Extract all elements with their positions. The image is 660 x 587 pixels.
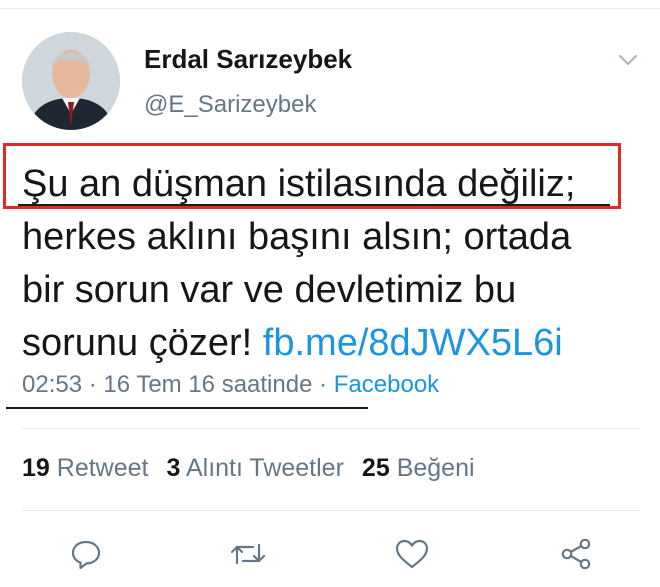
tweet-timestamp[interactable]: 02:53 · 16 Tem 16 saatinde ·: [22, 371, 334, 398]
tweet-metadata: 02:53 · 16 Tem 16 saatinde · Facebook: [22, 371, 439, 399]
avatar-image: [22, 32, 120, 130]
quote-count[interactable]: 3: [166, 454, 180, 482]
user-handle[interactable]: @E_Sarizeybek: [144, 91, 316, 119]
tweet-stats: 19 Retweet 3 Alıntı Tweetler 25 Beğeni: [22, 454, 475, 483]
display-name[interactable]: Erdal Sarızeybek: [144, 44, 352, 75]
quote-label[interactable]: Alıntı Tweetler: [186, 454, 344, 482]
tweet-line-text: sorunu çözer!: [22, 322, 263, 364]
top-divider: [0, 8, 660, 9]
tweet-text: Şu an düşman istilasında değiliz; herkes…: [22, 158, 632, 370]
tweet-line: bir sorun var ve devletimiz bu: [22, 269, 517, 311]
share-icon[interactable]: [556, 534, 596, 574]
heart-icon[interactable]: [392, 534, 432, 574]
retweet-count[interactable]: 19: [22, 454, 50, 482]
annotation-underline: [6, 407, 368, 409]
annotation-underline: [18, 204, 610, 206]
avatar[interactable]: [22, 32, 120, 130]
tweet-link[interactable]: fb.me/8dJWX5L6i: [263, 322, 563, 364]
tweet-source-link[interactable]: Facebook: [334, 371, 439, 398]
tweet-line: herkes aklını başını alsın; ortada: [22, 216, 572, 258]
retweet-label[interactable]: Retweet: [57, 454, 149, 482]
tweet-line-last: sorunu çözer! fb.me/8dJWX5L6i: [22, 317, 632, 370]
chevron-down-icon[interactable]: [616, 50, 640, 70]
divider: [22, 510, 640, 511]
like-count[interactable]: 25: [362, 454, 390, 482]
divider: [22, 428, 640, 429]
like-label[interactable]: Beğeni: [397, 454, 475, 482]
reply-icon[interactable]: [66, 534, 106, 574]
retweet-icon[interactable]: [228, 534, 268, 574]
